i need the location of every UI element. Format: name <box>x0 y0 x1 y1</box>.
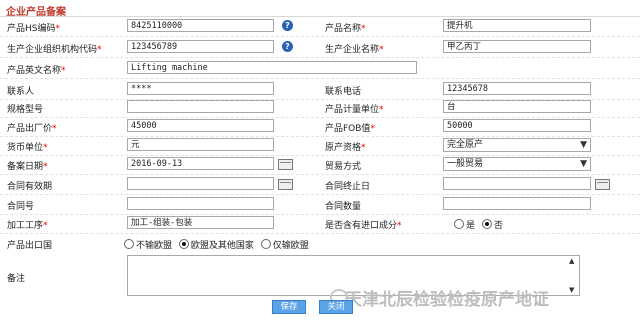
row-spec: 规格型号 产品计量单位* 台 <box>0 99 640 118</box>
export-eu-only-radio[interactable] <box>260 239 271 249</box>
scroll-up-icon[interactable]: ▲ <box>569 257 574 265</box>
factory-price-input[interactable]: 45000 <box>127 119 274 132</box>
title-divider <box>0 16 640 17</box>
spec-label: 规格型号 <box>7 105 44 115</box>
row-contact: 联系人 **** 联系电话 12345678 <box>0 81 640 100</box>
origin-qual-value: 完全原产 <box>447 140 484 150</box>
english-name-input[interactable]: Lifting machine <box>127 61 417 74</box>
calendar-icon[interactable] <box>278 159 293 170</box>
trade-mode-value: 一般贸易 <box>447 159 484 169</box>
trade-mode-select[interactable]: 一般贸易 ▼ <box>443 157 591 171</box>
fob-input[interactable]: 50000 <box>443 119 591 132</box>
contract-no-label: 合同号 <box>7 202 35 212</box>
chevron-down-icon: ▼ <box>580 140 587 150</box>
currency-label: 货币单位* <box>7 143 48 153</box>
contract-qty-label: 合同数量 <box>325 202 362 212</box>
export-non-eu-label: 不输欧盟 <box>136 241 173 251</box>
row-contract-dates: 合同有效期 合同终止日 <box>0 176 640 195</box>
export-eu-only-label: 仅输欧盟 <box>272 241 309 251</box>
help-icon[interactable]: ? <box>282 20 293 31</box>
contract-end-input[interactable] <box>443 177 591 190</box>
export-eu-and-others-radio[interactable] <box>178 239 189 249</box>
record-date-label: 备案日期* <box>7 162 48 172</box>
product-name-label: 产品名称* <box>325 24 366 34</box>
process-input[interactable]: 加工-组装-包装 <box>127 216 274 229</box>
import-content-no-radio[interactable] <box>481 219 492 229</box>
calendar-icon[interactable] <box>278 179 293 190</box>
org-code-input[interactable]: 123456789 <box>127 40 274 53</box>
phone-input[interactable]: 12345678 <box>443 82 591 95</box>
save-button[interactable]: 保存 <box>272 300 306 314</box>
origin-qual-label: 原产资格* <box>325 143 366 153</box>
row-currency: 货币单位* 元 原产资格* 完全原产 ▼ <box>0 137 640 156</box>
row-hs-code: 产品HS编码* 8425110000 ? 产品名称* 提升机 <box>0 18 640 37</box>
import-content-yes-radio[interactable] <box>454 219 464 229</box>
spec-input[interactable] <box>127 100 274 113</box>
close-button[interactable]: 关闭 <box>319 300 353 314</box>
import-content-label: 是否含有进口成分* <box>325 221 402 231</box>
row-export-country: 产品出口国 不输欧盟 欧盟及其他国家 仅输欧盟 <box>0 235 640 253</box>
product-name-input[interactable]: 提升机 <box>443 19 591 32</box>
export-eu-and-others-label: 欧盟及其他国家 <box>190 241 254 251</box>
export-country-label: 产品出口国 <box>7 241 53 251</box>
process-label: 加工工序* <box>7 221 48 231</box>
english-name-label: 产品英文名称* <box>7 66 66 76</box>
contract-start-label: 合同有效期 <box>7 182 53 192</box>
export-non-eu-radio[interactable] <box>124 239 134 249</box>
row-org-code: 生产企业组织机构代码* 123456789 ? 生产企业名称* 甲乙丙丁 <box>0 39 640 58</box>
origin-qual-select[interactable]: 完全原产 ▼ <box>443 138 591 152</box>
export-country-radio-group: 不输欧盟 欧盟及其他国家 仅输欧盟 <box>120 238 309 251</box>
org-code-label: 生产企业组织机构代码* <box>7 45 102 55</box>
import-content-yes-label: 是 <box>466 221 476 231</box>
row-contract-no: 合同号 合同数量 <box>0 196 640 215</box>
row-english-name: 产品英文名称* Lifting machine <box>0 60 640 79</box>
company-name-input[interactable]: 甲乙丙丁 <box>443 40 591 53</box>
row-record-date: 备案日期* 2016-09-13 贸易方式 一般贸易 ▼ <box>0 156 640 175</box>
company-name-label: 生产企业名称* <box>325 45 384 55</box>
contact-label: 联系人 <box>7 87 35 97</box>
notes-label: 备注 <box>7 274 26 284</box>
hs-code-input[interactable]: 8425110000 <box>127 19 274 32</box>
import-content-radio-group: 是 否 <box>450 218 503 231</box>
product-record-form: 企业产品备案 产品HS编码* 8425110000 ? 产品名称* 提升机 生产… <box>0 0 640 324</box>
scroll-down-icon[interactable]: ▼ <box>569 286 574 294</box>
record-date-input[interactable]: 2016-09-13 <box>127 157 274 170</box>
contract-end-label: 合同终止日 <box>325 182 371 192</box>
help-icon[interactable]: ? <box>282 41 293 52</box>
factory-price-label: 产品出厂价* <box>7 124 57 134</box>
row-price: 产品出厂价* 45000 产品FOB值* 50000 <box>0 118 640 137</box>
import-content-no-label: 否 <box>493 221 503 231</box>
watermark-text: 天津北辰检验检疫原产地证 <box>345 290 549 310</box>
row-process: 加工工序* 加工-组装-包装 是否含有进口成分* 是 否 <box>0 215 640 234</box>
contact-input[interactable]: **** <box>127 82 274 95</box>
contract-no-input[interactable] <box>127 197 274 210</box>
calendar-icon[interactable] <box>595 179 610 190</box>
currency-input[interactable]: 元 <box>127 138 274 151</box>
unit-input[interactable]: 台 <box>443 100 591 113</box>
hs-code-label: 产品HS编码* <box>7 24 60 34</box>
phone-label: 联系电话 <box>325 87 362 97</box>
contract-start-input[interactable] <box>127 177 274 190</box>
unit-label: 产品计量单位* <box>325 105 384 115</box>
notes-scrollbar[interactable]: ▲ ▼ <box>569 257 578 294</box>
contract-qty-input[interactable] <box>443 197 591 210</box>
trade-mode-label: 贸易方式 <box>325 162 362 172</box>
chevron-down-icon: ▼ <box>580 159 587 169</box>
fob-label: 产品FOB值* <box>325 124 375 134</box>
